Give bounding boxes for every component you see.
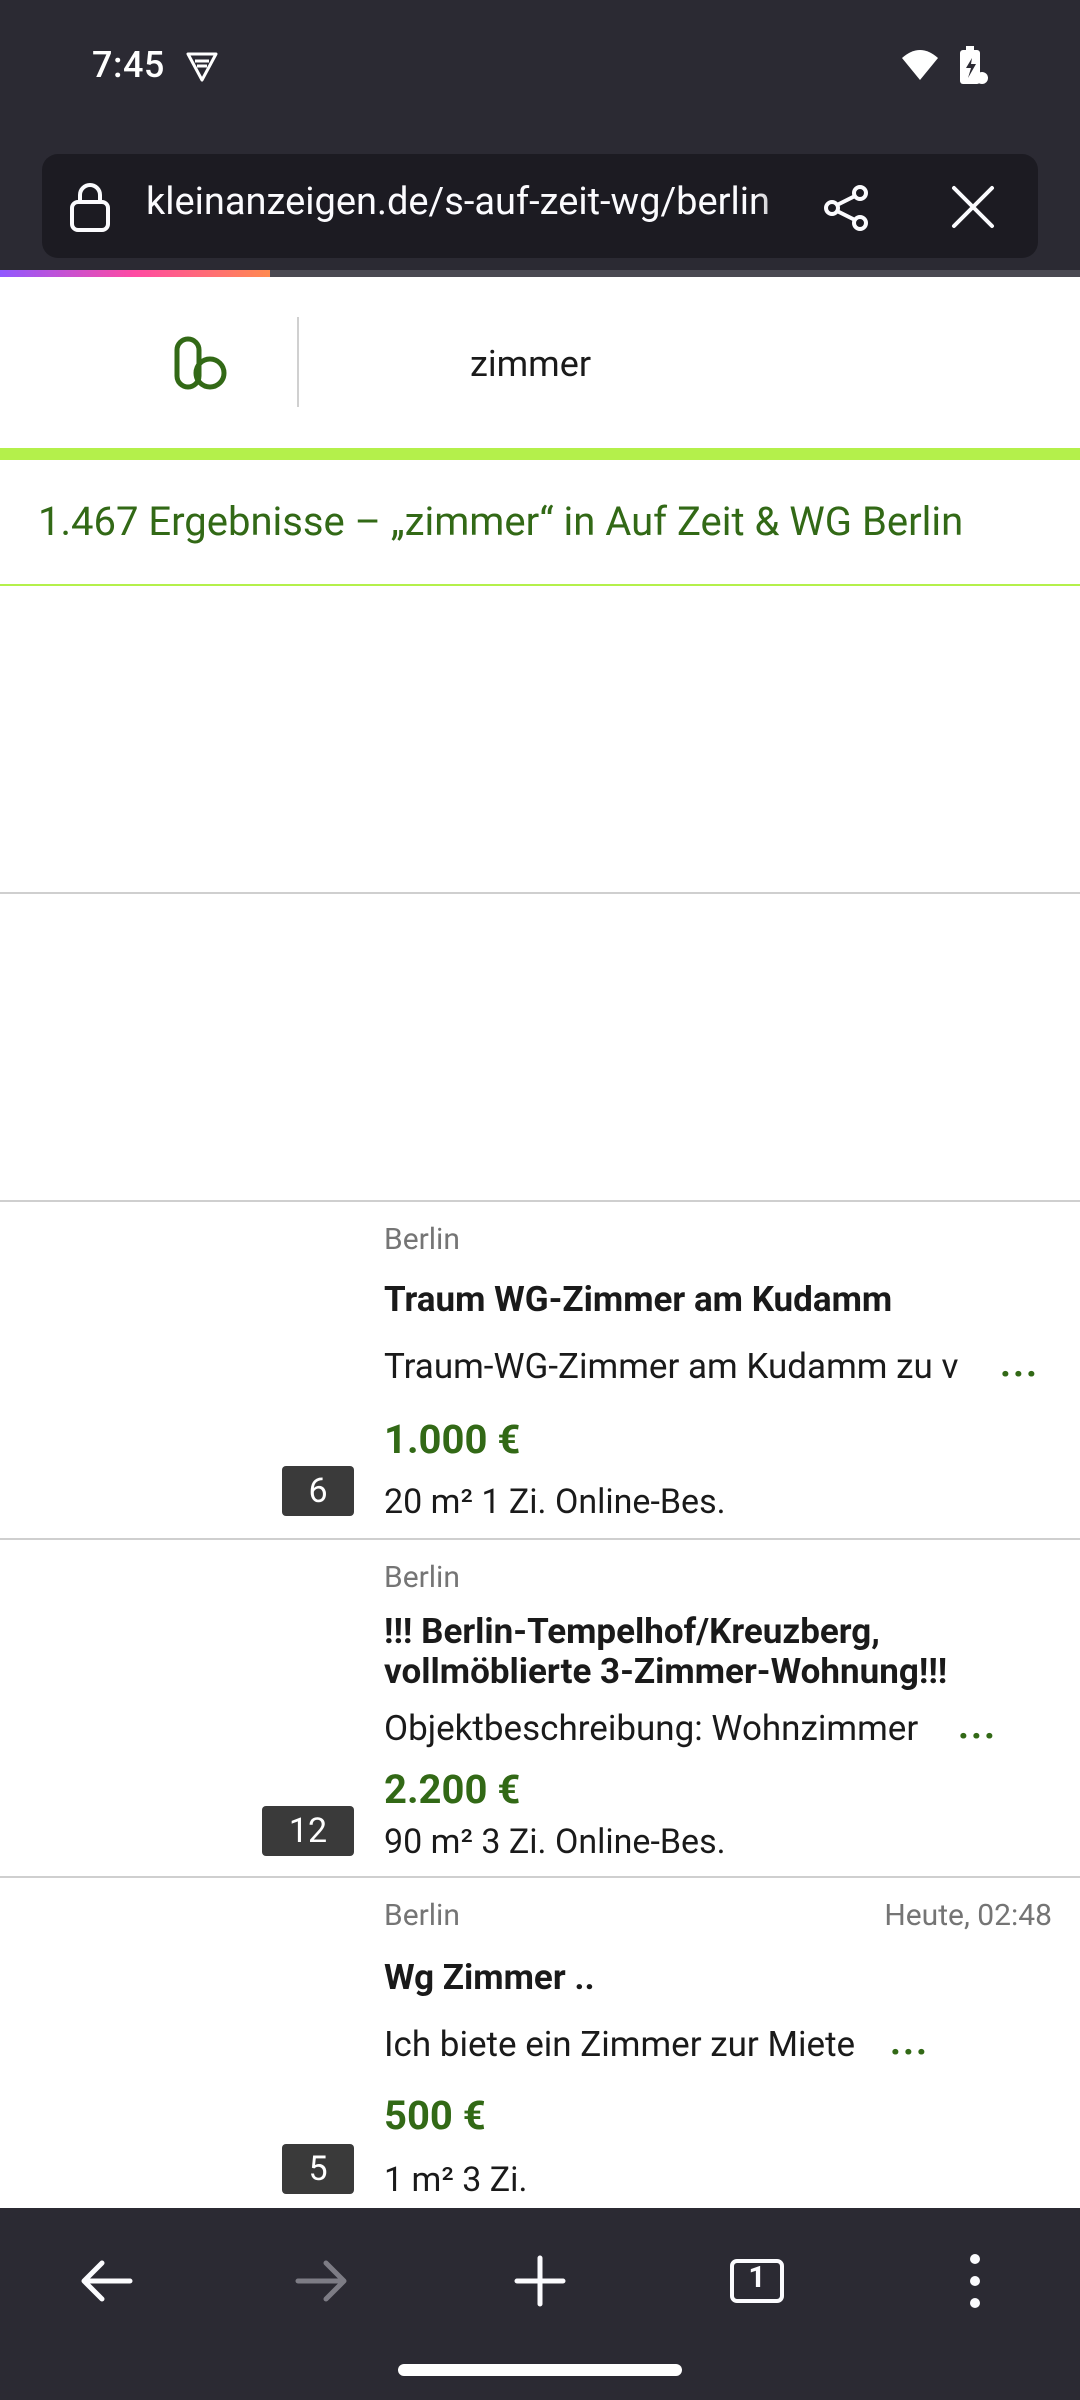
more-indicator: ... [958,1704,998,1748]
more-indicator: ... [1000,1342,1040,1386]
progress-fill [0,270,270,277]
url-text[interactable]: kleinanzeigen.de/s-auf-zeit-wg/berlin [146,180,836,224]
vpn-icon [186,52,218,82]
listing-description: Objektbeschreibung: Wohnzimmer [384,1708,919,1749]
listing-location: Berlin [384,1560,460,1595]
tabs-icon[interactable]: 1 [722,2246,792,2316]
status-time: 7:45 [92,44,165,86]
results-heading-section: 1.467 Ergebnisse – „zimmer“ in Auf Zeit … [0,460,1080,586]
back-icon[interactable] [70,2246,140,2316]
kleinanzeigen-logo-icon[interactable] [174,335,230,391]
listing-price: 2.200 € [384,1766,521,1813]
menu-icon[interactable] [940,2246,1010,2316]
site-header: zimmer [0,277,1080,447]
listing-title[interactable]: Wg Zimmer .. [384,1958,1044,1998]
listing-tags: 20 m² 1 Zi. Online-Bes. [384,1482,726,1522]
forward-icon[interactable] [288,2246,358,2316]
listing-location: Berlin [384,1898,460,1933]
listing-price: 500 € [384,2092,486,2139]
accent-bar [0,448,1080,460]
browser-toolbar: kleinanzeigen.de/s-auf-zeit-wg/berlin [0,140,1080,276]
listing-title[interactable]: !!! Berlin-Tempelhof/Kreuzberg, vollmöbl… [384,1612,1044,1692]
url-bar[interactable]: kleinanzeigen.de/s-auf-zeit-wg/berlin [42,154,1038,258]
listing-price: 1.000 € [384,1416,521,1463]
listing-tags: 90 m² 3 Zi. Online-Bes. [384,1822,726,1862]
page-load-progress [0,270,1080,277]
ad-placeholder [0,894,1080,1200]
battery-icon [960,46,988,84]
search-input[interactable]: zimmer [470,343,591,385]
image-count-badge: 6 [282,1466,354,1516]
status-bar: 7:45 [0,0,1080,140]
wifi-icon [902,50,938,80]
more-indicator: ... [890,2020,930,2064]
listing-description: Ich biete ein Zimmer zur Miete [384,2024,856,2065]
listing-item[interactable]: 6 Berlin Traum WG-Zimmer am Kudamm Traum… [0,1202,1080,1540]
listing-tags: 1 m² 3 Zi. [384,2160,528,2200]
header-divider [297,317,299,407]
lock-icon[interactable] [68,182,112,232]
image-count-badge: 5 [282,2144,354,2194]
tab-count: 1 [748,2260,766,2295]
close-icon[interactable] [950,184,996,230]
results-heading: 1.467 Ergebnisse – „zimmer“ in Auf Zeit … [38,498,964,545]
ad-placeholder [0,586,1080,892]
browser-bottom-nav: 1 [0,2208,1080,2400]
listing-location: Berlin [384,1222,460,1257]
listing-item[interactable]: 12 Berlin !!! Berlin-Tempelhof/Kreuzberg… [0,1540,1080,1878]
listing-date: Heute, 02:48 [884,1898,1052,1933]
listing-description: Traum-WG-Zimmer am Kudamm zu v [384,1346,959,1387]
new-tab-icon[interactable] [505,2246,575,2316]
home-indicator[interactable] [398,2364,682,2376]
share-icon[interactable] [822,184,872,232]
listing-item[interactable]: 5 Berlin Heute, 02:48 Wg Zimmer .. Ich b… [0,1878,1080,2208]
listing-title[interactable]: Traum WG-Zimmer am Kudamm [384,1280,1044,1320]
image-count-badge: 12 [262,1806,354,1856]
